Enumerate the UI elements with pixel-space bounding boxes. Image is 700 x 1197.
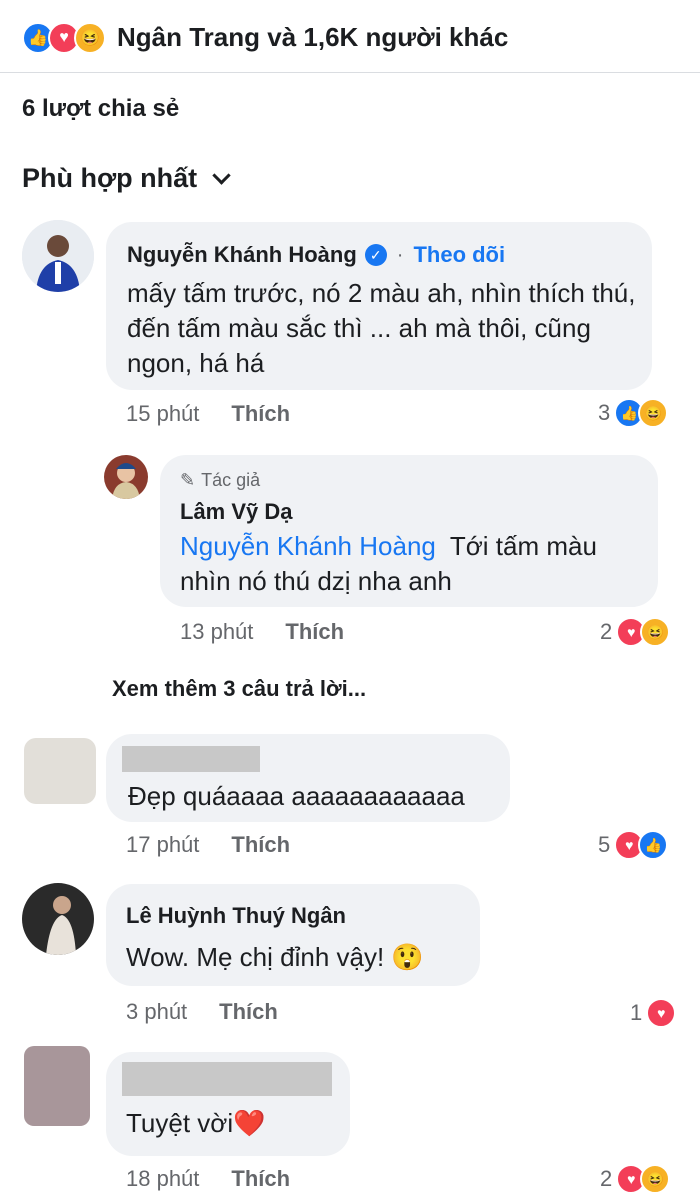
haha-icon: 😆 xyxy=(638,398,669,428)
reply-bubble[interactable]: ✎ Tác giả Lâm Vỹ Dạ Nguyễn Khánh Hoàng T… xyxy=(160,455,658,607)
comment-reactions[interactable]: 1 ♥ xyxy=(630,998,677,1028)
reaction-count: 3 xyxy=(598,400,611,425)
reaction-count: 2 xyxy=(600,619,613,644)
avatar[interactable] xyxy=(104,455,148,499)
verified-badge-icon: ✓ xyxy=(364,244,387,266)
sort-label: Phù hợp nhất xyxy=(22,163,198,193)
author-badge: ✎ Tác giả xyxy=(180,470,260,491)
comment-actions: 13 phút Thích xyxy=(180,619,344,645)
comment-text: Tuyệt vời❤️ xyxy=(126,1108,266,1138)
comment-bubble[interactable]: Đẹp quáaaaa aaaaaaaaaaaa xyxy=(106,734,510,822)
sort-dropdown[interactable]: Phù hợp nhất xyxy=(22,163,231,194)
comment-bubble[interactable]: Tuyệt vời❤️ xyxy=(106,1052,350,1156)
comment-author[interactable]: Lâm Vỹ Dạ xyxy=(180,499,293,525)
avatar-blurred[interactable] xyxy=(24,1046,90,1126)
comment-bubble[interactable]: Lê Huỳnh Thuý Ngân Wow. Mẹ chị đỉnh vậy!… xyxy=(106,884,480,986)
reactions-summary[interactable]: Ngân Trang và 1,6K người khác xyxy=(117,22,508,53)
haha-icon: 😆 xyxy=(74,22,106,54)
view-more-replies[interactable]: Xem thêm 3 câu trả lời... xyxy=(112,676,366,702)
like-button[interactable]: Thích xyxy=(231,832,290,858)
avatar[interactable] xyxy=(22,883,94,955)
reaction-count: 1 xyxy=(630,1000,643,1025)
comment-text: Nguyễn Khánh Hoàng Tới tấm màu nhìn nó t… xyxy=(180,529,650,599)
comment-actions: 18 phút Thích xyxy=(126,1166,290,1192)
reaction-icon-stack: 👍 ♥ 😆 xyxy=(22,22,112,54)
comment-actions: 17 phút Thích xyxy=(126,832,290,858)
comment-text: Wow. Mẹ chị đỉnh vậy! 😲 xyxy=(126,942,424,972)
follow-link[interactable]: Theo dõi xyxy=(413,242,505,268)
pencil-icon: ✎ xyxy=(180,470,196,490)
author-badge-label: Tác giả xyxy=(201,470,261,490)
comment-text: Đẹp quáaaaa aaaaaaaaaaaa xyxy=(128,781,465,811)
separator-dot: · xyxy=(396,243,404,266)
like-icon: 👍 xyxy=(638,830,669,860)
comment-text: mấy tấm trước, nó 2 màu ah, nhìn thích t… xyxy=(127,278,636,378)
like-button[interactable]: Thích xyxy=(231,1166,290,1192)
chevron-down-icon xyxy=(212,166,231,185)
avatar[interactable] xyxy=(22,220,94,292)
comment-actions: 15 phút Thích xyxy=(126,401,290,427)
name-redacted xyxy=(122,1062,332,1096)
avatar-blurred[interactable] xyxy=(24,738,96,804)
comment-reactions[interactable]: 5 ♥ 👍 xyxy=(598,830,669,860)
comment-author[interactable]: Lê Huỳnh Thuý Ngân xyxy=(126,903,346,929)
comment-reactions[interactable]: 2 ♥ 😆 xyxy=(600,1164,671,1194)
comment-reactions[interactable]: 2 ♥ 😆 xyxy=(600,617,671,647)
name-redacted xyxy=(122,746,260,772)
reaction-count: 2 xyxy=(600,1166,613,1191)
comment-time[interactable]: 3 phút xyxy=(126,999,187,1025)
like-button[interactable]: Thích xyxy=(231,401,290,427)
reactions-bar[interactable]: 👍 ♥ 😆 Ngân Trang và 1,6K người khác xyxy=(0,0,700,73)
comment-bubble[interactable]: Nguyễn Khánh Hoàng ✓ · Theo dõi mấy tấm … xyxy=(106,222,652,390)
love-icon: ♥ xyxy=(646,998,677,1028)
mention-link[interactable]: Nguyễn Khánh Hoàng xyxy=(180,531,436,561)
haha-icon: 😆 xyxy=(640,1164,671,1194)
like-button[interactable]: Thích xyxy=(219,999,278,1025)
comment-author[interactable]: Nguyễn Khánh Hoàng xyxy=(127,242,357,268)
comment-time[interactable]: 13 phút xyxy=(180,619,253,645)
comment-actions: 3 phút Thích xyxy=(126,999,278,1025)
like-button[interactable]: Thích xyxy=(285,619,344,645)
shares-count[interactable]: 6 lượt chia sẻ xyxy=(22,95,179,123)
comment-time[interactable]: 18 phút xyxy=(126,1166,199,1192)
haha-icon: 😆 xyxy=(640,617,671,647)
comment-time[interactable]: 15 phút xyxy=(126,401,199,427)
comment-reactions[interactable]: 3 👍 😆 xyxy=(598,398,669,428)
reaction-count: 5 xyxy=(598,832,611,857)
comment-time[interactable]: 17 phút xyxy=(126,832,199,858)
